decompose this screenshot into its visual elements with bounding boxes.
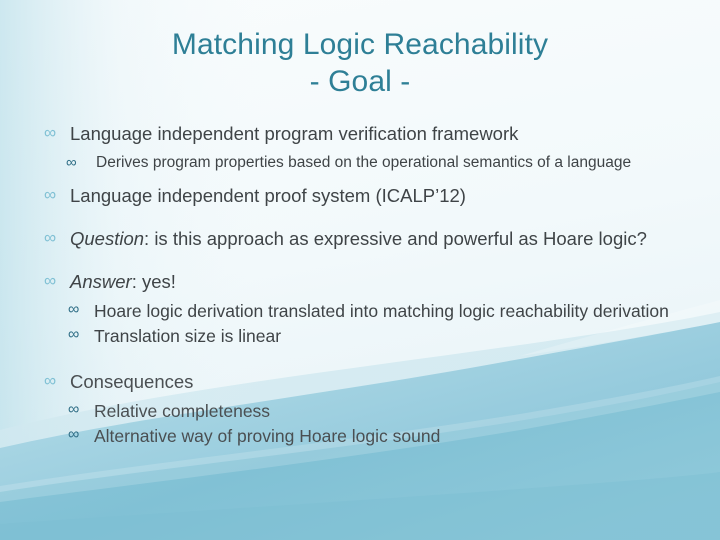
bullet-glyph-icon: ∞ bbox=[68, 401, 80, 419]
bullet-emphasis: Answer bbox=[70, 270, 132, 292]
slide-body: ∞ Language independent program verificat… bbox=[44, 122, 678, 450]
bullet-glyph-icon: ∞ bbox=[68, 301, 80, 319]
bullet-text: Relative completeness bbox=[94, 401, 271, 422]
bullet-text: Question: is this approach as expressive… bbox=[70, 227, 678, 252]
bullet-text-rest: : yes! bbox=[131, 270, 176, 292]
bullet-item: ∞ Translation size is linear bbox=[68, 325, 678, 348]
bullet-text: Alternative way of proving Hoare logic s… bbox=[94, 426, 441, 447]
bullet-item: ∞ Hoare logic derivation translated into… bbox=[68, 300, 678, 323]
bullet-glyph-icon: ∞ bbox=[44, 228, 57, 248]
bullet-text-rest: : is this approach as expressive and pow… bbox=[144, 228, 647, 250]
bullet-item: ∞ Language independent program verificat… bbox=[44, 122, 678, 147]
bullet-item: ∞ Question: is this approach as expressi… bbox=[44, 227, 678, 252]
bullet-item: ∞ Language independent proof system (ICA… bbox=[44, 184, 678, 209]
bullet-glyph-icon: ∞ bbox=[68, 426, 80, 444]
bullet-glyph-icon: ∞ bbox=[44, 270, 57, 290]
slide-title: Matching Logic Reachability - Goal - bbox=[0, 26, 720, 100]
bullet-item: ∞ Consequences bbox=[44, 370, 678, 395]
bullet-item: ∞ Alternative way of proving Hoare logic… bbox=[68, 425, 678, 448]
bullet-glyph-icon: ∞ bbox=[44, 185, 57, 205]
bullet-text: Derives program properties based on the … bbox=[96, 153, 632, 171]
bullet-item: ∞ Relative completeness bbox=[68, 400, 678, 423]
slide-title-line-2: - Goal - bbox=[309, 65, 411, 99]
bullet-glyph-icon: ∞ bbox=[66, 153, 77, 171]
bullet-glyph-icon: ∞ bbox=[44, 123, 57, 142]
bullet-text: Answer: yes! bbox=[70, 270, 678, 295]
bullet-text: Hoare logic derivation translated into m… bbox=[94, 301, 669, 322]
presentation-slide: Matching Logic Reachability - Goal - ∞ L… bbox=[0, 0, 720, 540]
bullet-text: Translation size is linear bbox=[94, 325, 282, 346]
bullet-item: ∞ Answer: yes! bbox=[44, 270, 678, 295]
bullet-text: Consequences bbox=[70, 370, 194, 392]
bullet-item: ∞ Derives program properties based on th… bbox=[66, 153, 678, 173]
slide-title-line-1: Matching Logic Reachability bbox=[171, 28, 549, 61]
bullet-text: Language independent proof system (ICALP… bbox=[70, 185, 466, 207]
bullet-text: Language independent program verificatio… bbox=[70, 123, 519, 144]
bullet-emphasis: Question bbox=[70, 228, 145, 250]
bullet-glyph-icon: ∞ bbox=[68, 325, 80, 343]
bullet-glyph-icon: ∞ bbox=[44, 370, 57, 390]
